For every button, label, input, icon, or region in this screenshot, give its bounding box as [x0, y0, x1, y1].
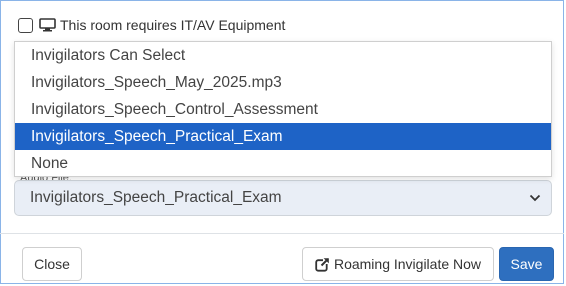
audio-file-value: Invigilators_Speech_Practical_Exam	[30, 189, 282, 206]
save-button-label: Save	[510, 256, 543, 272]
audio-file-dropdown-list: Invigilators Can Select Invigilators_Spe…	[14, 41, 552, 177]
chevron-down-icon	[529, 194, 543, 202]
dropdown-option[interactable]: None	[15, 150, 551, 177]
it-av-label: This room requires IT/AV Equipment	[60, 17, 286, 33]
it-av-checkbox[interactable]	[18, 17, 33, 33]
roaming-invigilate-label: Roaming Invigilate Now	[333, 256, 482, 272]
footer-divider	[0, 233, 564, 234]
close-button-label: Close	[34, 256, 70, 272]
dropdown-option-selected[interactable]: Invigilators_Speech_Practical_Exam	[15, 123, 551, 150]
close-button[interactable]: Close	[22, 247, 82, 281]
monitor-icon	[39, 18, 56, 32]
dropdown-option[interactable]: Invigilators Can Select	[15, 42, 551, 69]
roaming-invigilate-button[interactable]: Roaming Invigilate Now	[302, 247, 494, 281]
dropdown-option[interactable]: Invigilators_Speech_May_2025.mp3	[15, 69, 551, 96]
dropdown-option[interactable]: Invigilators_Speech_Control_Assessment	[15, 96, 551, 123]
audio-file-select[interactable]: Invigilators_Speech_Practical_Exam	[14, 180, 552, 216]
external-link-icon	[315, 256, 330, 272]
save-button[interactable]: Save	[499, 247, 554, 281]
it-av-equipment-row[interactable]: This room requires IT/AV Equipment	[18, 14, 285, 36]
